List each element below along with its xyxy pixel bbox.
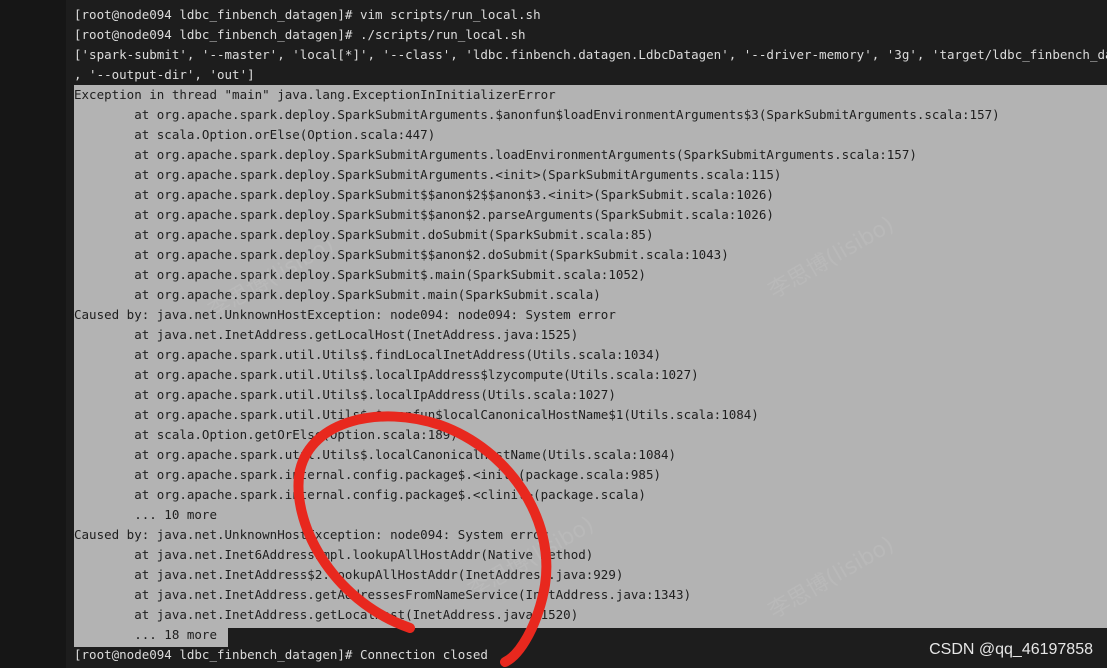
window-left-edge	[0, 0, 66, 668]
terminal-line: at scala.Option.orElse(Option.scala:447)	[74, 127, 436, 142]
terminal-line: Caused by: java.net.UnknownHostException…	[74, 307, 616, 322]
terminal-line: at org.apache.spark.deploy.SparkSubmitAr…	[74, 107, 1000, 122]
terminal-line: at org.apache.spark.deploy.SparkSubmitAr…	[74, 147, 917, 162]
terminal-line: at org.apache.spark.util.Utils$.localIpA…	[74, 387, 616, 402]
terminal-line: [root@node094 ldbc_finbench_datagen]# Co…	[74, 647, 488, 662]
terminal-line: [root@node094 ldbc_finbench_datagen]# vi…	[74, 7, 541, 22]
terminal-line: at java.net.InetAddress.getAddressesFrom…	[74, 587, 692, 602]
terminal-line: at org.apache.spark.util.Utils$.$anonfun…	[74, 407, 759, 422]
terminal-line: at org.apache.spark.deploy.SparkSubmit.d…	[74, 227, 654, 242]
terminal-line: at java.net.InetAddress.getLocalHost(Ine…	[74, 607, 579, 622]
terminal-line: ... 18 more	[74, 627, 217, 642]
terminal-line: at org.apache.spark.deploy.SparkSubmit.m…	[74, 287, 601, 302]
terminal-line: Caused by: java.net.UnknownHostException…	[74, 527, 549, 542]
terminal-line: at org.apache.spark.deploy.SparkSubmit$$…	[74, 207, 774, 222]
terminal-line: at org.apache.spark.util.Utils$.localCan…	[74, 447, 677, 462]
terminal-line: at org.apache.spark.deploy.SparkSubmitAr…	[74, 167, 782, 182]
terminal-line: ['spark-submit', '--master', 'local[*]',…	[74, 47, 1107, 62]
terminal-line: at org.apache.spark.deploy.SparkSubmit$$…	[74, 247, 729, 262]
terminal-line: at org.apache.spark.deploy.SparkSubmit$$…	[74, 187, 774, 202]
terminal-line: at org.apache.spark.internal.config.pack…	[74, 487, 646, 502]
terminal-line: at org.apache.spark.util.Utils$.findLoca…	[74, 347, 661, 362]
terminal-line: at java.net.InetAddress.getLocalHost(Ine…	[74, 327, 579, 342]
terminal-line: at org.apache.spark.internal.config.pack…	[74, 467, 661, 482]
csdn-credit: CSDN @qq_46197858	[929, 641, 1093, 658]
terminal-window[interactable]: [root@node094 ldbc_finbench_datagen]# vi…	[66, 0, 1107, 668]
terminal-line: Exception in thread "main" java.lang.Exc…	[74, 87, 556, 102]
terminal-line: , '--output-dir', 'out']	[74, 67, 255, 82]
terminal-line: at scala.Option.getOrElse(Option.scala:1…	[74, 427, 458, 442]
terminal-line: ... 10 more	[74, 507, 217, 522]
terminal-line: at org.apache.spark.util.Utils$.localIpA…	[74, 367, 699, 382]
terminal-line: at org.apache.spark.deploy.SparkSubmit$.…	[74, 267, 646, 282]
terminal-line: [root@node094 ldbc_finbench_datagen]# ./…	[74, 27, 526, 42]
